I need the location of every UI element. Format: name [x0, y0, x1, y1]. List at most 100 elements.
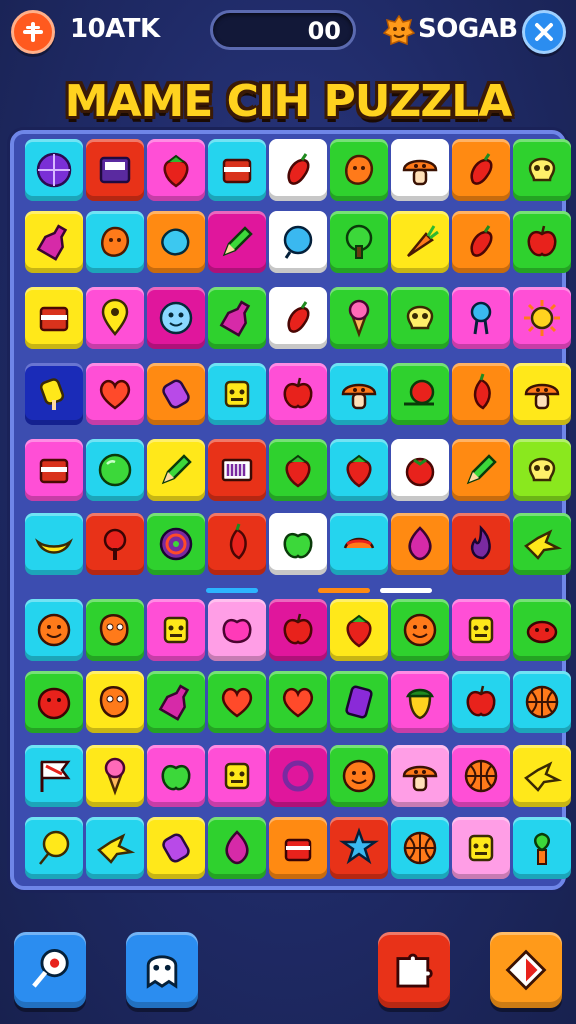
strawberry-icon — [346, 614, 372, 648]
tile-r5-c4[interactable] — [208, 439, 266, 501]
tile-r5-c2[interactable] — [86, 439, 144, 501]
tile-r8-c5[interactable] — [269, 671, 327, 733]
tile-r8-c3[interactable] — [147, 671, 205, 733]
tile-r4-c8[interactable] — [452, 363, 510, 425]
tile-r5-c3[interactable] — [147, 439, 205, 501]
tile-r3-c9[interactable] — [513, 287, 571, 349]
tile-r2-c4[interactable] — [208, 211, 266, 273]
tile-r4-c6[interactable] — [330, 363, 388, 425]
tile-r1-c5[interactable] — [269, 139, 327, 201]
tile-r3-c7[interactable] — [391, 287, 449, 349]
tile-r2-c8[interactable] — [452, 211, 510, 273]
tile-r9-c1[interactable] — [25, 745, 83, 807]
basketball-icon — [525, 685, 559, 719]
tile-r10-c2[interactable] — [86, 817, 144, 879]
tile-r7-c6[interactable] — [330, 599, 388, 661]
tile-r6-c2[interactable] — [86, 513, 144, 575]
tile-r10-c3[interactable] — [147, 817, 205, 879]
tile-r1-c3[interactable] — [147, 139, 205, 201]
tile-r5-c6[interactable] — [330, 439, 388, 501]
tile-r3-c5[interactable] — [269, 287, 327, 349]
ghost-button[interactable] — [126, 932, 198, 1008]
tile-r9-c5[interactable] — [269, 745, 327, 807]
tile-r6-c5[interactable] — [269, 513, 327, 575]
diamond-button[interactable] — [490, 932, 562, 1008]
puzzle-button[interactable] — [378, 932, 450, 1008]
tile-r3-c8[interactable] — [452, 287, 510, 349]
tile-r9-c8[interactable] — [452, 745, 510, 807]
tile-r7-c4[interactable] — [208, 599, 266, 661]
tile-r1-c7[interactable] — [391, 139, 449, 201]
tile-r8-c2[interactable] — [86, 671, 144, 733]
tile-r9-c7[interactable] — [391, 745, 449, 807]
tile-r4-c9[interactable] — [513, 363, 571, 425]
tile-r7-c3[interactable] — [147, 599, 205, 661]
tile-r3-c3[interactable] — [147, 287, 205, 349]
tile-r2-c7[interactable] — [391, 211, 449, 273]
tile-r8-c1[interactable] — [25, 671, 83, 733]
tile-r8-c7[interactable] — [391, 671, 449, 733]
tile-r4-c5[interactable] — [269, 363, 327, 425]
tile-r4-c3[interactable] — [147, 363, 205, 425]
tile-r8-c8[interactable] — [452, 671, 510, 733]
tile-r6-c4[interactable] — [208, 513, 266, 575]
tile-r1-c6[interactable] — [330, 139, 388, 201]
tile-r7-c5[interactable] — [269, 599, 327, 661]
racket-button[interactable] — [14, 932, 86, 1008]
tile-r3-c2[interactable] — [86, 287, 144, 349]
tile-r9-c3[interactable] — [147, 745, 205, 807]
tile-r4-c2[interactable] — [86, 363, 144, 425]
tile-r10-c7[interactable] — [391, 817, 449, 879]
tile-r1-c1[interactable] — [25, 139, 83, 201]
tile-r3-c6[interactable] — [330, 287, 388, 349]
tile-r6-c6[interactable] — [330, 513, 388, 575]
level-label: 10ATK — [70, 14, 160, 44]
tile-r9-c4[interactable] — [208, 745, 266, 807]
tile-r9-c6[interactable] — [330, 745, 388, 807]
tile-r3-c1[interactable] — [25, 287, 83, 349]
tile-r3-c4[interactable] — [208, 287, 266, 349]
tile-r7-c1[interactable] — [25, 599, 83, 661]
tile-r6-c9[interactable] — [513, 513, 571, 575]
tile-r5-c8[interactable] — [452, 439, 510, 501]
tile-r9-c9[interactable] — [513, 745, 571, 807]
tile-r7-c9[interactable] — [513, 599, 571, 661]
tile-r2-c2[interactable] — [86, 211, 144, 273]
tile-r10-c8[interactable] — [452, 817, 510, 879]
tile-r6-c3[interactable] — [147, 513, 205, 575]
tile-r2-c1[interactable] — [25, 211, 83, 273]
tile-r4-c4[interactable] — [208, 363, 266, 425]
tile-r1-c2[interactable] — [86, 139, 144, 201]
plus-button[interactable] — [11, 10, 55, 54]
tile-r1-c4[interactable] — [208, 139, 266, 201]
tile-r6-c1[interactable] — [25, 513, 83, 575]
tile-r2-c9[interactable] — [513, 211, 571, 273]
close-button[interactable] — [522, 10, 566, 54]
tile-r10-c4[interactable] — [208, 817, 266, 879]
tile-r2-c3[interactable] — [147, 211, 205, 273]
tile-r5-c5[interactable] — [269, 439, 327, 501]
tile-r10-c1[interactable] — [25, 817, 83, 879]
tile-r2-c5[interactable] — [269, 211, 327, 273]
tile-r7-c2[interactable] — [86, 599, 144, 661]
tile-r10-c5[interactable] — [269, 817, 327, 879]
robot-icon — [163, 616, 189, 644]
tile-r8-c6[interactable] — [330, 671, 388, 733]
tile-r6-c7[interactable] — [391, 513, 449, 575]
tile-r9-c2[interactable] — [86, 745, 144, 807]
tile-r6-c8[interactable] — [452, 513, 510, 575]
tile-r7-c7[interactable] — [391, 599, 449, 661]
tile-r5-c9[interactable] — [513, 439, 571, 501]
tile-r10-c6[interactable] — [330, 817, 388, 879]
tile-r8-c4[interactable] — [208, 671, 266, 733]
tile-r5-c7[interactable] — [391, 439, 449, 501]
tile-r8-c9[interactable] — [513, 671, 571, 733]
tile-r4-c7[interactable] — [391, 363, 449, 425]
tile-r10-c9[interactable] — [513, 817, 571, 879]
tile-r7-c8[interactable] — [452, 599, 510, 661]
tile-r5-c1[interactable] — [25, 439, 83, 501]
tile-r2-c6[interactable] — [330, 211, 388, 273]
tile-r4-c1[interactable] — [25, 363, 83, 425]
tile-r1-c9[interactable] — [513, 139, 571, 201]
tile-r1-c8[interactable] — [452, 139, 510, 201]
